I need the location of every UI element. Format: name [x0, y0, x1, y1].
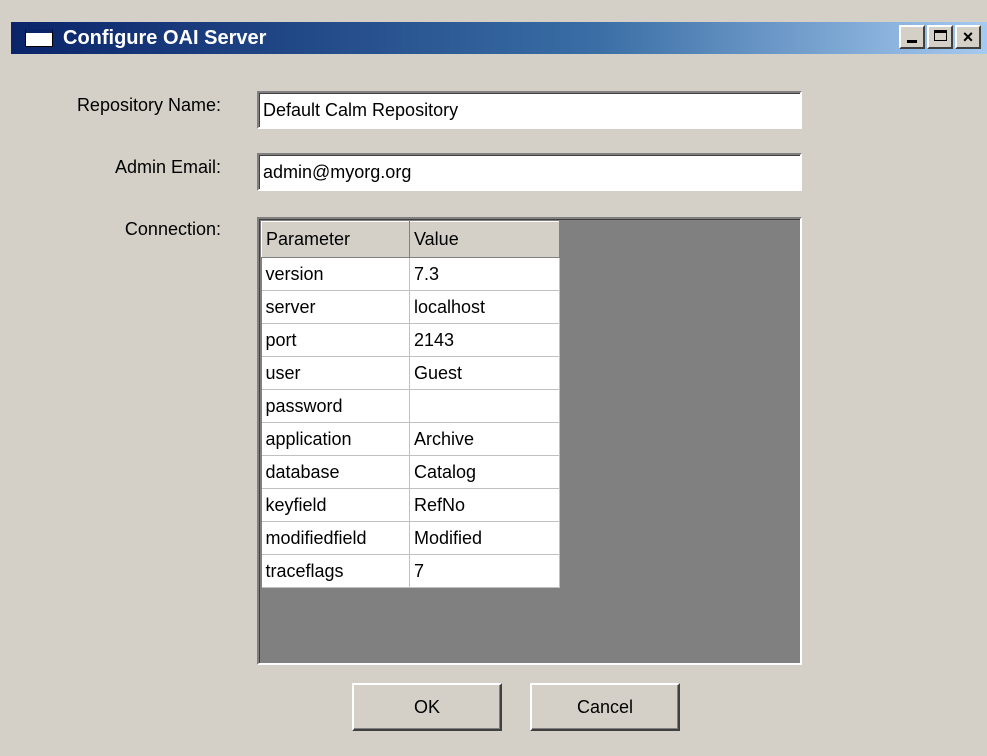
grid-header-row: Parameter Value: [261, 221, 560, 258]
table-row[interactable]: user Guest: [261, 356, 560, 390]
value-cell[interactable]: Archive: [409, 422, 560, 456]
value-cell[interactable]: RefNo: [409, 488, 560, 522]
value-cell[interactable]: Guest: [409, 356, 560, 390]
maximize-button[interactable]: [927, 25, 953, 49]
table-row[interactable]: application Archive: [261, 422, 560, 456]
connection-label: Connection:: [124, 219, 221, 239]
close-button[interactable]: ×: [955, 25, 981, 49]
parameter-cell[interactable]: version: [261, 257, 410, 291]
minimize-icon: [907, 40, 917, 43]
table-row[interactable]: modifiedfield Modified: [261, 521, 560, 555]
configure-oai-server-dialog: Configure OAI Server × Repository Name: …: [0, 0, 987, 756]
parameter-cell[interactable]: server: [261, 290, 410, 324]
minimize-button[interactable]: [899, 25, 925, 49]
parameter-cell[interactable]: application: [261, 422, 410, 456]
parameter-cell[interactable]: traceflags: [261, 554, 410, 588]
table-row[interactable]: port 2143: [261, 323, 560, 357]
table-row[interactable]: keyfield RefNo: [261, 488, 560, 522]
value-cell[interactable]: localhost: [409, 290, 560, 324]
title-bar[interactable]: Configure OAI Server ×: [11, 22, 987, 54]
repository-name-label: Repository Name:: [76, 95, 221, 115]
value-cell[interactable]: 7: [409, 554, 560, 588]
maximize-icon: [934, 30, 947, 41]
parameter-cell[interactable]: user: [261, 356, 410, 390]
ok-button[interactable]: OK: [352, 683, 502, 731]
table-row[interactable]: version 7.3: [261, 257, 560, 291]
parameter-cell[interactable]: modifiedfield: [261, 521, 410, 555]
value-cell[interactable]: Modified: [409, 521, 560, 555]
table-row[interactable]: traceflags 7: [261, 554, 560, 588]
connection-grid[interactable]: Parameter Value version 7.3 server local…: [257, 217, 802, 665]
table-row[interactable]: server localhost: [261, 290, 560, 324]
value-cell[interactable]: 7.3: [409, 257, 560, 291]
column-header-parameter[interactable]: Parameter: [261, 221, 410, 258]
parameter-cell[interactable]: database: [261, 455, 410, 489]
value-cell[interactable]: [409, 389, 560, 423]
connection-table: Parameter Value version 7.3 server local…: [261, 221, 560, 588]
column-header-value[interactable]: Value: [409, 221, 560, 258]
repository-name-input[interactable]: [257, 91, 802, 129]
parameter-cell[interactable]: password: [261, 389, 410, 423]
parameter-cell[interactable]: keyfield: [261, 488, 410, 522]
close-icon: ×: [962, 27, 974, 47]
table-row[interactable]: password: [261, 389, 560, 423]
table-row[interactable]: database Catalog: [261, 455, 560, 489]
value-cell[interactable]: 2143: [409, 323, 560, 357]
admin-email-label: Admin Email:: [114, 157, 221, 177]
cancel-button[interactable]: Cancel: [530, 683, 680, 731]
value-cell[interactable]: Catalog: [409, 455, 560, 489]
window-icon: [25, 29, 53, 47]
window-title: Configure OAI Server: [63, 27, 267, 49]
parameter-cell[interactable]: port: [261, 323, 410, 357]
admin-email-input[interactable]: [257, 153, 802, 191]
